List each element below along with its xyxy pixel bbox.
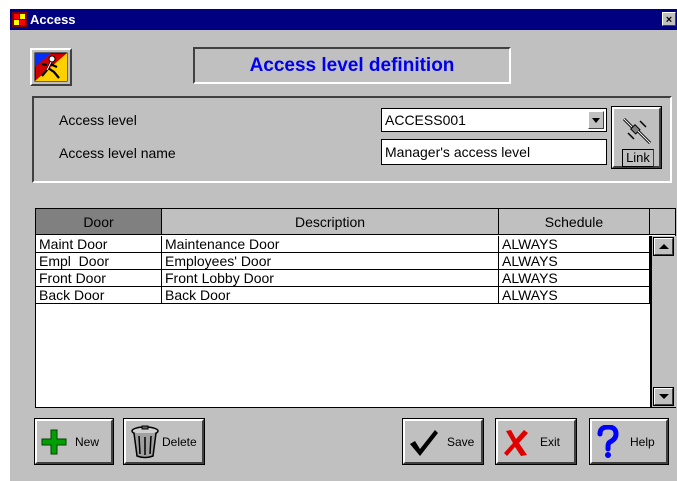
- column-header-description[interactable]: Description: [162, 209, 499, 235]
- column-header-door[interactable]: Door: [36, 209, 162, 235]
- delete-button[interactable]: Delete: [123, 418, 205, 465]
- close-button[interactable]: ×: [662, 12, 676, 26]
- access-level-dropdown[interactable]: ACCESS001: [381, 108, 607, 132]
- page-heading: Access level definition: [193, 47, 511, 84]
- scroll-down-icon[interactable]: [653, 387, 674, 406]
- link-label: Link: [622, 149, 654, 167]
- description-cell: Back Door: [162, 287, 499, 304]
- description-cell: Maintenance Door: [162, 236, 499, 253]
- exit-label: Exit: [540, 435, 561, 449]
- chevron-down-icon[interactable]: [588, 111, 604, 129]
- question-mark-icon: [597, 425, 619, 458]
- checkmark-icon: [410, 430, 438, 456]
- door-cell: Empl Door: [36, 253, 162, 270]
- description-cell: Employees' Door: [162, 253, 499, 270]
- x-icon: [504, 430, 528, 456]
- access-window: Access × Access level definition Access …: [10, 9, 677, 481]
- schedule-cell: ALWAYS: [499, 270, 650, 287]
- exit-button[interactable]: Exit: [495, 418, 577, 465]
- trash-can-icon: [131, 425, 159, 459]
- schedule-cell: ALWAYS: [499, 287, 650, 304]
- save-button[interactable]: Save: [402, 418, 484, 465]
- door-icon: [12, 12, 27, 27]
- column-header-spacer: [650, 209, 675, 235]
- access-level-name-value: Manager's access level: [385, 144, 531, 160]
- cables-icon: [622, 117, 652, 145]
- access-level-value: ACCESS001: [385, 112, 466, 128]
- door-cell: Maint Door: [36, 236, 162, 253]
- vertical-scrollbar[interactable]: [651, 236, 676, 407]
- delete-label: Delete: [162, 435, 197, 449]
- plus-icon: [41, 429, 67, 455]
- help-button[interactable]: Help: [589, 418, 669, 465]
- running-person-icon: [30, 48, 72, 86]
- new-button[interactable]: New: [34, 418, 114, 465]
- column-header-schedule[interactable]: Schedule: [499, 209, 650, 235]
- access-level-name-label: Access level name: [59, 145, 176, 161]
- link-button[interactable]: Link: [611, 106, 662, 169]
- access-level-name-field[interactable]: Manager's access level: [381, 139, 607, 165]
- window-title: Access: [30, 12, 76, 27]
- title-bar[interactable]: Access ×: [10, 9, 677, 30]
- schedule-cell: ALWAYS: [499, 253, 650, 270]
- scroll-up-icon[interactable]: [653, 237, 674, 256]
- table-row[interactable]: Front Door Front Lobby Door ALWAYS: [36, 270, 650, 287]
- table-row[interactable]: Back Door Back Door ALWAYS: [36, 287, 650, 304]
- save-label: Save: [447, 435, 475, 449]
- table-row[interactable]: Maint Door Maintenance Door ALWAYS: [36, 236, 650, 253]
- doors-table: Door Description Schedule Maint Door Mai…: [35, 208, 676, 408]
- description-cell: Front Lobby Door: [162, 270, 499, 287]
- schedule-cell: ALWAYS: [499, 236, 650, 253]
- new-label: New: [75, 435, 100, 449]
- table-row[interactable]: Empl Door Employees' Door ALWAYS: [36, 253, 650, 270]
- door-cell: Back Door: [36, 287, 162, 304]
- door-cell: Front Door: [36, 270, 162, 287]
- access-level-label: Access level: [59, 112, 137, 128]
- help-label: Help: [630, 435, 655, 449]
